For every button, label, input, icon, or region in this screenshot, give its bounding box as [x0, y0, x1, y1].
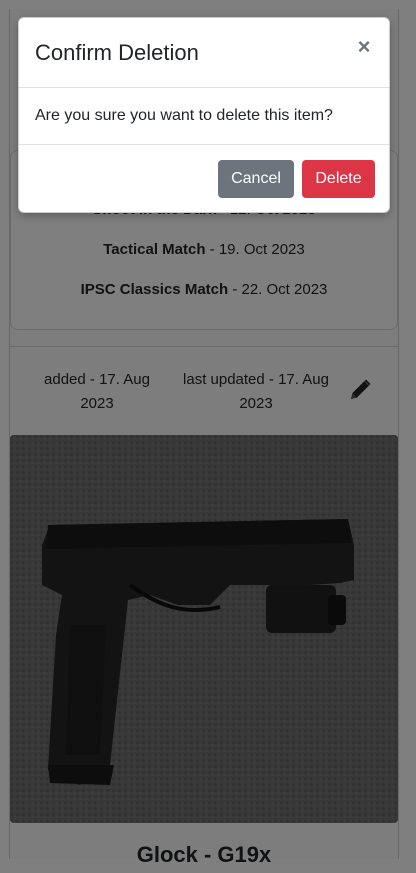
close-icon: ×	[357, 34, 371, 59]
modal-title: Confirm Deletion	[35, 40, 199, 65]
delete-button[interactable]: Delete	[302, 160, 375, 198]
confirm-delete-modal: Confirm Deletion × Are you sure you want…	[18, 17, 390, 213]
cancel-button[interactable]: Cancel	[218, 160, 294, 198]
modal-footer: Cancel Delete	[19, 145, 389, 214]
modal-header: Confirm Deletion ×	[19, 18, 389, 88]
close-button[interactable]: ×	[353, 36, 375, 58]
modal-body: Are you sure you want to delete this ite…	[19, 88, 389, 145]
modal-message: Are you sure you want to delete this ite…	[35, 107, 333, 124]
